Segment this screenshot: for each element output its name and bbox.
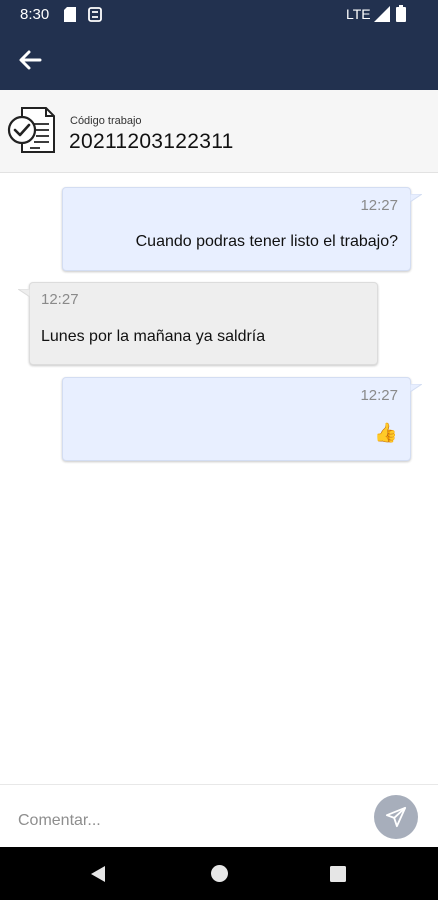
message-text: 👍 bbox=[374, 423, 398, 444]
job-code-value: 20211203122311 bbox=[69, 130, 234, 153]
document-check-icon bbox=[7, 107, 55, 153]
job-header: Código trabajo 20211203122311 bbox=[0, 90, 438, 173]
bubble-tail bbox=[410, 384, 422, 392]
message-composer bbox=[0, 784, 438, 847]
send-icon bbox=[385, 806, 407, 828]
nav-back-icon[interactable] bbox=[89, 865, 107, 883]
message-time: 12:27 bbox=[41, 291, 79, 308]
battery-icon bbox=[396, 5, 406, 22]
message-outgoing: 12:27 Cuando podras tener listo el traba… bbox=[62, 187, 411, 271]
nav-recents-icon[interactable] bbox=[330, 866, 346, 882]
message-time: 12:27 bbox=[360, 197, 398, 214]
bubble-tail bbox=[18, 289, 30, 297]
message-incoming: 12:27 Lunes por la mañana ya saldría bbox=[29, 282, 378, 365]
chat-messages: 12:27 Cuando podras tener listo el traba… bbox=[0, 173, 438, 783]
send-button[interactable] bbox=[374, 795, 418, 839]
message-text: Cuando podras tener listo el trabajo? bbox=[135, 233, 398, 250]
sd-card-icon bbox=[64, 7, 76, 22]
comment-input[interactable] bbox=[18, 809, 358, 833]
app-bar bbox=[0, 30, 438, 90]
message-time: 12:27 bbox=[360, 387, 398, 404]
bubble-tail bbox=[410, 194, 422, 202]
status-bar: 8:30 LTE bbox=[0, 0, 438, 30]
message-outgoing: 12:27 👍 bbox=[62, 377, 411, 461]
back-button[interactable] bbox=[12, 42, 48, 78]
network-type: LTE bbox=[346, 6, 371, 22]
message-text: Lunes por la mañana ya saldría bbox=[41, 328, 266, 345]
arrow-back-icon bbox=[19, 50, 42, 70]
navigation-bar bbox=[0, 847, 438, 900]
job-code-label: Código trabajo bbox=[70, 115, 142, 127]
status-time: 8:30 bbox=[20, 6, 50, 23]
signal-icon bbox=[374, 6, 390, 22]
nav-home-icon[interactable] bbox=[211, 865, 228, 882]
sync-icon bbox=[88, 7, 102, 22]
